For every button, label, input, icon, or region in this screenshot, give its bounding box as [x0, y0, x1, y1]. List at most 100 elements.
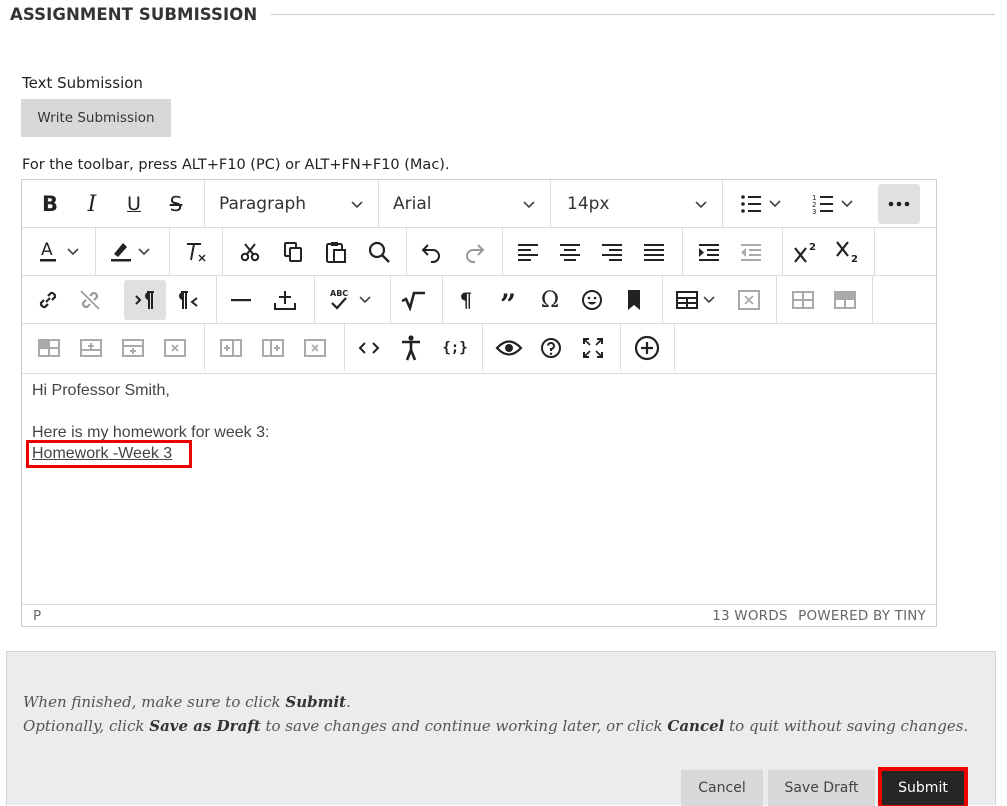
redo-button[interactable]	[454, 232, 496, 272]
table-row-props-button[interactable]	[782, 280, 824, 320]
add-content-button[interactable]	[625, 328, 669, 368]
save-draft-button[interactable]: Save Draft	[768, 770, 875, 806]
table-props-icon	[792, 291, 814, 309]
powered-by-link[interactable]: POWERED BY TINY	[798, 608, 926, 624]
spellcheck-button[interactable]: ABC	[320, 280, 384, 320]
bullet-list-button[interactable]	[730, 184, 794, 224]
ltr-direction-button[interactable]	[124, 280, 166, 320]
submission-footer: When finished, make sure to click Submit…	[6, 651, 996, 806]
cancel-button[interactable]: Cancel	[681, 770, 763, 806]
editor-status-bar: P 13 WORDS POWERED BY TINY	[22, 604, 936, 626]
homework-link[interactable]: Homework -Week 3	[32, 445, 172, 462]
indent-button[interactable]	[688, 232, 730, 272]
insert-col-before-button[interactable]	[210, 328, 252, 368]
numbered-list-button[interactable]: 1 2 3	[802, 184, 866, 224]
math-equation-button[interactable]	[392, 280, 434, 320]
source-code-button[interactable]	[348, 328, 390, 368]
chevron-down-icon	[351, 201, 363, 209]
underline-button[interactable]: U	[114, 184, 154, 224]
footer-text-1c: .	[346, 693, 351, 711]
align-justify-button[interactable]	[634, 232, 674, 272]
outdent-icon	[741, 244, 761, 261]
delete-row-icon	[164, 339, 186, 357]
block-format-select[interactable]: Paragraph	[206, 184, 378, 224]
align-center-button[interactable]	[550, 232, 590, 272]
footer-line-1: When finished, make sure to click Submit…	[23, 690, 968, 714]
highlighter-icon	[111, 243, 150, 262]
table-cell-props-button[interactable]	[824, 280, 866, 320]
insert-column-after-icon	[262, 339, 284, 357]
section-title: ASSIGNMENT SUBMISSION	[10, 4, 258, 24]
accessibility-checker-button[interactable]	[390, 328, 432, 368]
insert-row-before-button[interactable]	[70, 328, 112, 368]
rich-text-editor: B I U S Paragraph Arial 14px 1 2 3 A 2 2…	[21, 179, 937, 627]
preview-button[interactable]	[488, 328, 530, 368]
smiley-icon	[582, 290, 602, 310]
align-left-button[interactable]	[508, 232, 548, 272]
ellipsis-icon	[888, 201, 910, 207]
delete-table-button[interactable]	[728, 280, 770, 320]
remove-link-button[interactable]	[70, 280, 110, 320]
subscript-button[interactable]: 2	[828, 232, 868, 272]
show-blocks-button[interactable]: ¶	[446, 280, 486, 320]
font-size-select[interactable]: 14px	[552, 184, 722, 224]
body-line: Here is my homework for week 3:	[32, 424, 270, 441]
bold-button[interactable]: B	[30, 184, 70, 224]
copy-button[interactable]	[272, 232, 314, 272]
blockquote-button[interactable]: ”	[488, 280, 528, 320]
fullscreen-icon	[583, 338, 603, 358]
underline-icon: U	[127, 193, 141, 215]
align-justify-icon	[644, 244, 664, 261]
write-submission-button[interactable]: Write Submission	[21, 99, 171, 137]
superscript-button[interactable]: 2	[786, 232, 826, 272]
insert-col-after-button[interactable]	[252, 328, 294, 368]
submit-button[interactable]: Submit	[878, 767, 968, 806]
outdent-button[interactable]	[730, 232, 772, 272]
text-color-button[interactable]: A	[30, 232, 92, 272]
special-character-button[interactable]: Ω	[530, 280, 570, 320]
insert-icon	[274, 291, 296, 310]
cut-button[interactable]	[229, 232, 271, 272]
omega-icon: Ω	[540, 287, 560, 313]
emoticons-button[interactable]	[572, 280, 612, 320]
help-icon	[541, 338, 561, 358]
italic-button[interactable]: I	[72, 184, 112, 224]
undo-button[interactable]	[410, 232, 452, 272]
table-button[interactable]	[668, 280, 726, 320]
rtl-paragraph-icon	[179, 291, 198, 309]
insert-row-after-button[interactable]	[112, 328, 154, 368]
copy-icon	[284, 242, 302, 262]
horizontal-line-icon	[231, 299, 251, 302]
search-icon	[368, 241, 390, 263]
quote-icon: ”	[499, 288, 517, 321]
editor-content-area[interactable]: Hi Professor Smith, Here is my homework …	[26, 380, 922, 600]
more-options-button[interactable]	[878, 184, 920, 224]
delete-col-button[interactable]	[294, 328, 336, 368]
horizontal-line-button[interactable]	[220, 280, 262, 320]
footer-instructions: When finished, make sure to click Submit…	[23, 690, 968, 738]
template-variable-button[interactable]: {;}	[434, 328, 476, 368]
align-right-icon	[602, 244, 622, 261]
insert-anchor-button[interactable]	[264, 280, 306, 320]
accessibility-icon	[402, 335, 420, 361]
paste-button[interactable]	[315, 232, 357, 272]
bookmark-button[interactable]	[614, 280, 654, 320]
align-right-button[interactable]	[592, 232, 632, 272]
table-merge-button[interactable]	[28, 328, 70, 368]
indent-icon	[699, 244, 719, 261]
highlight-color-button[interactable]	[100, 232, 164, 272]
clear-formatting-button[interactable]	[174, 232, 218, 272]
find-replace-button[interactable]	[358, 232, 400, 272]
delete-row-button[interactable]	[154, 328, 196, 368]
fullscreen-button[interactable]	[572, 328, 614, 368]
insert-link-button[interactable]	[28, 280, 68, 320]
strikethrough-button[interactable]: S	[156, 184, 196, 224]
rtl-direction-button[interactable]	[168, 280, 208, 320]
clear-formatting-icon	[187, 243, 206, 262]
word-count[interactable]: 13 WORDS	[712, 608, 787, 624]
font-family-select[interactable]: Arial	[380, 184, 550, 224]
pilcrow-icon: ¶	[459, 288, 473, 312]
help-button[interactable]	[530, 328, 572, 368]
align-center-icon	[560, 244, 580, 261]
element-path[interactable]: P	[33, 608, 41, 624]
